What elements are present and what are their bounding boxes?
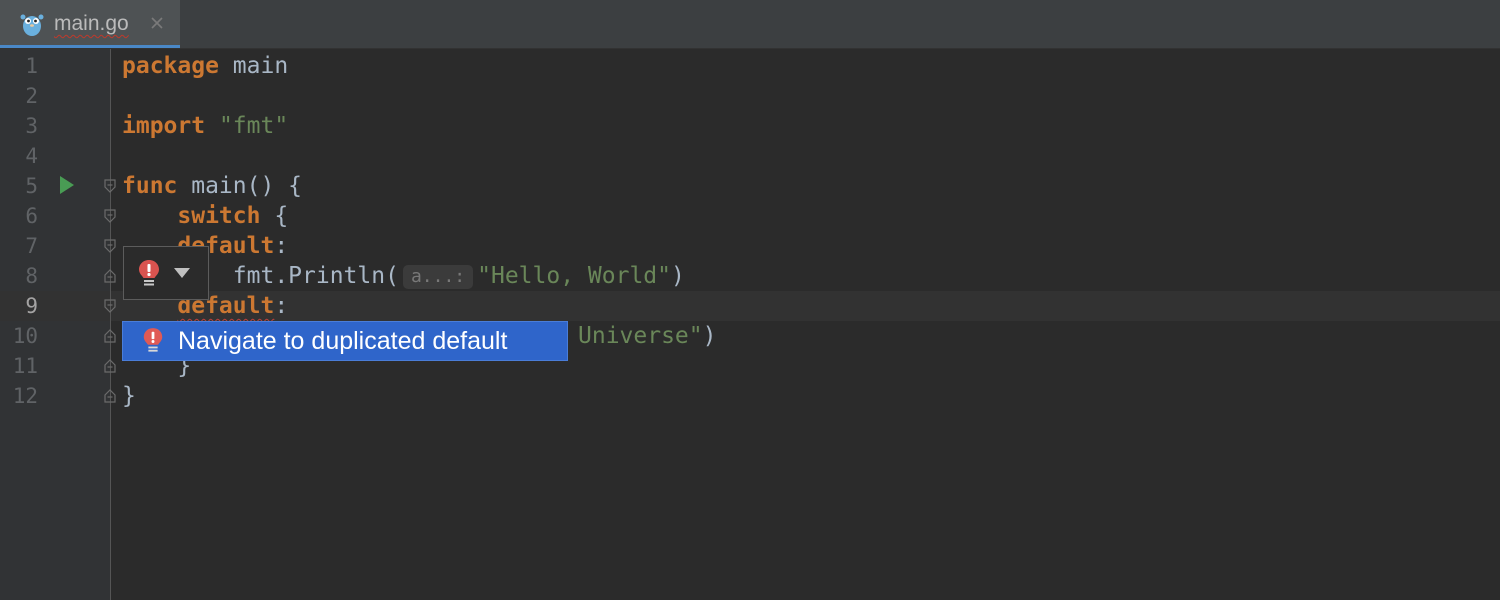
line-number: 7 [25,234,38,258]
code-line: 6 switch { [0,201,1500,231]
code-line: 8 fmt.Println(a...: "Hello, World") [0,261,1500,291]
line-number: 9 [25,294,38,318]
code-line: 7 default: [0,231,1500,261]
code-line: 9 default: [0,291,1500,321]
fold-icon[interactable] [103,299,117,313]
line-number: 12 [12,384,38,408]
line-number: 5 [25,174,38,198]
navigate-duplicate-popup-item[interactable]: Navigate to duplicated default [122,321,568,361]
fold-icon[interactable] [103,179,117,193]
code-line: 4 [0,141,1500,171]
line-number: 2 [25,84,38,108]
code-line: 3 import "fmt" [0,111,1500,141]
fold-icon[interactable] [103,359,117,373]
code-line: 2 [0,81,1500,111]
fold-icon[interactable] [103,329,117,343]
error-bulb-icon [139,260,159,286]
code-line: 12 } [0,381,1500,411]
gopher-icon [20,14,44,36]
code-line: 5 func main() { [0,171,1500,201]
run-icon[interactable] [59,175,75,195]
fold-icon[interactable] [103,389,117,403]
code-text: package main [122,53,289,79]
chevron-down-icon[interactable] [174,268,190,278]
line-number: 4 [25,144,38,168]
tab-bar: main.go [0,0,1500,49]
line-number: 8 [25,264,38,288]
fold-icon[interactable] [103,239,117,253]
parameter-hint: a...: [402,265,474,289]
close-icon[interactable] [148,14,166,32]
popup-label: Navigate to duplicated default [178,327,508,355]
tab-filename: main.go [54,12,129,35]
tab-main-go[interactable]: main.go [0,0,180,48]
line-number: 6 [25,204,38,228]
code-text: import "fmt" [122,113,289,139]
code-text: } [122,383,136,409]
code-line: 1 package main [0,51,1500,81]
code-text: Universe") [578,323,717,349]
line-number: 10 [12,324,38,348]
error-bulb-icon [143,328,163,352]
line-number: 11 [12,354,38,378]
code-text: switch { [177,203,289,229]
fold-icon[interactable] [103,269,117,283]
code-text: func main() { [122,173,303,199]
intention-actions-button[interactable] [123,246,209,300]
line-number: 1 [25,54,38,78]
line-number: 3 [25,114,38,138]
fold-icon[interactable] [103,209,117,223]
